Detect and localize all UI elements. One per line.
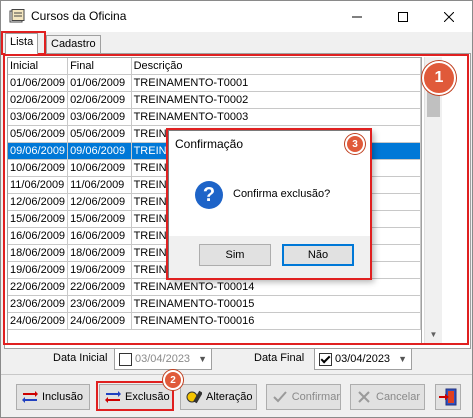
cell-final: 03/06/2009 [67,108,132,126]
cell-final: 11/06/2009 [67,176,132,194]
checkmark-icon [271,388,289,406]
edit-icon [185,388,203,406]
app-icon [9,9,25,23]
exit-door-icon [439,388,457,406]
table-header: Inicial Final Descrição [8,58,421,75]
cell-final: 16/06/2009 [67,227,132,245]
insert-button[interactable]: Inclusão [16,384,90,410]
column-header-inicial[interactable]: Inicial [8,58,69,75]
annotation-badge-1: 1 [422,61,456,95]
chevron-down-icon[interactable]: ▼ [398,354,407,364]
cell-inicial: 23/06/2009 [8,295,69,313]
dialog-message: Confirma exclusão? [233,188,331,200]
cell-inicial: 12/06/2009 [8,193,69,211]
cell-inicial: 02/06/2009 [8,91,69,109]
cell-final: 12/06/2009 [67,193,132,211]
table-row[interactable]: 03/06/2009 03/06/2009 TREINAMENTO-T0003 [8,108,421,126]
exit-button[interactable] [435,384,461,410]
confirmation-dialog: Confirmação ? Confirma exclusão? Sim Não [168,130,372,280]
cell-final: 19/06/2009 [67,261,132,279]
start-date-value: 03/04/2023 [135,353,191,365]
delete-icon [104,388,122,406]
minimize-button[interactable] [334,1,380,32]
edit-label: Alteração [206,391,253,403]
no-button[interactable]: Não [282,244,354,266]
cell-final: 09/06/2009 [67,142,132,160]
cell-final: 01/06/2009 [67,74,132,92]
close-icon [444,11,454,22]
window-title: Cursos da Oficina [31,9,127,23]
table-row[interactable]: 01/06/2009 01/06/2009 TREINAMENTO-T0001 [8,74,421,92]
cell-inicial: 09/06/2009 [8,142,69,160]
close-button[interactable] [426,1,472,32]
cell-final: 10/06/2009 [67,159,132,177]
cell-final: 24/06/2009 [67,312,132,330]
table-row[interactable]: 22/06/2009 22/06/2009 TREINAMENTO-T00014 [8,278,421,296]
cell-inicial: 22/06/2009 [8,278,69,296]
cell-inicial: 11/06/2009 [8,176,69,194]
cancel-icon [355,388,373,406]
question-icon: ? [195,181,223,209]
dialog-title-bar[interactable]: Confirmação [169,131,371,156]
cell-descricao: TREINAMENTO-T0003 [131,108,421,126]
cell-inicial: 01/06/2009 [8,74,69,92]
cell-inicial: 10/06/2009 [8,159,69,177]
annotation-badge-2: 2 [163,370,183,390]
cell-final: 18/06/2009 [67,244,132,262]
cell-final: 02/06/2009 [67,91,132,109]
start-date-picker[interactable]: 03/04/2023 ▼ [114,348,212,370]
start-date-label: Data Inicial [53,352,108,364]
column-header-final[interactable]: Final [67,58,132,75]
maximize-icon [398,11,408,22]
cell-final: 23/06/2009 [67,295,132,313]
edit-button[interactable]: Alteração [180,384,257,410]
yes-button[interactable]: Sim [199,244,271,266]
cell-inicial: 18/06/2009 [8,244,69,262]
table-row[interactable]: 23/06/2009 23/06/2009 TREINAMENTO-T00015 [8,295,421,313]
confirm-label: Confirmar [291,391,340,403]
cell-descricao: TREINAMENTO-T00016 [131,312,421,330]
dialog-body: ? Confirma exclusão? [169,156,371,236]
cell-inicial: 24/06/2009 [8,312,69,330]
dialog-title: Confirmação [175,137,244,151]
scroll-down-icon[interactable]: ▼ [425,326,442,343]
delete-label: Exclusão [125,391,170,403]
cancel-label: Cancelar [376,391,421,403]
end-date-checkbox[interactable] [319,352,332,366]
end-date-value: 03/04/2023 [335,353,391,365]
insert-label: Inclusão [42,391,83,403]
cell-inicial: 03/06/2009 [8,108,69,126]
cell-descricao: TREINAMENTO-T0002 [131,91,421,109]
vertical-scrollbar[interactable]: ▲ ▼ [424,57,442,343]
insert-icon [21,388,39,406]
maximize-button[interactable] [380,1,426,32]
column-header-descricao[interactable]: Descrição [131,58,421,75]
cell-final: 22/06/2009 [67,278,132,296]
cell-descricao: TREINAMENTO-T0001 [131,74,421,92]
cell-inicial: 05/06/2009 [8,125,69,143]
table-row[interactable]: 02/06/2009 02/06/2009 TREINAMENTO-T0002 [8,91,421,109]
cell-descricao: TREINAMENTO-T00015 [131,295,421,313]
table-row[interactable]: 24/06/2009 24/06/2009 TREINAMENTO-T00016 [8,312,421,330]
tab-lista[interactable]: Lista [5,33,39,54]
start-date-checkbox[interactable] [119,352,132,366]
divider [1,374,472,375]
annotation-badge-3: 3 [345,134,365,154]
cell-inicial: 15/06/2009 [8,210,69,228]
tab-cadastro[interactable]: Cadastro [46,35,101,53]
cell-inicial: 16/06/2009 [8,227,69,245]
title-bar[interactable]: Cursos da Oficina [1,1,472,32]
end-date-picker[interactable]: 03/04/2023 ▼ [314,348,412,370]
chevron-down-icon[interactable]: ▼ [198,354,207,364]
confirm-button[interactable]: Confirmar [266,384,341,410]
tab-strip: Lista Cadastro [1,32,472,54]
cell-descricao: TREINAMENTO-T00014 [131,278,421,296]
cancel-button[interactable]: Cancelar [350,384,425,410]
cell-inicial: 19/06/2009 [8,261,69,279]
delete-button[interactable]: Exclusão [99,384,173,410]
end-date-label: Data Final [254,352,305,364]
minimize-icon [352,16,362,17]
cell-final: 15/06/2009 [67,210,132,228]
cell-final: 05/06/2009 [67,125,132,143]
